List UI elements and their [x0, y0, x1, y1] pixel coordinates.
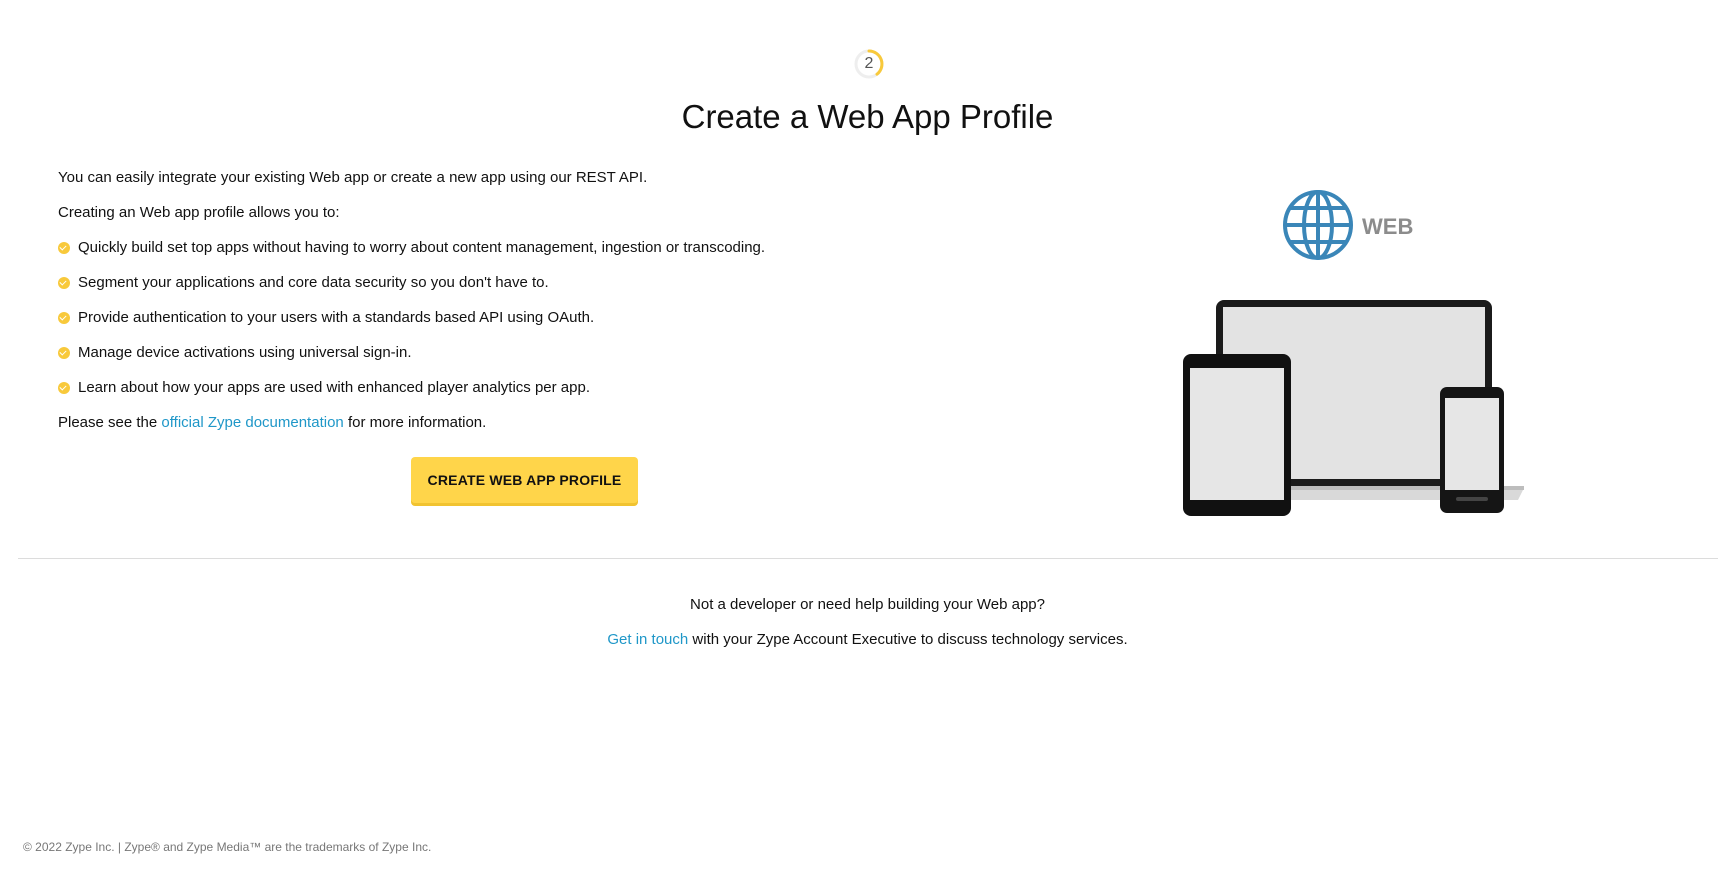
devices-illustration — [1183, 300, 1524, 516]
list-item: Learn about how your apps are used with … — [58, 378, 590, 398]
list-item: Provide authentication to your users wit… — [58, 308, 594, 328]
page: 2 Create a Web App Profile You can easil… — [0, 0, 1735, 874]
check-icon — [58, 312, 70, 324]
intro-line-1: You can easily integrate your existing W… — [58, 169, 648, 186]
help-question: Not a developer or need help building yo… — [690, 596, 1045, 613]
documentation-link[interactable]: official Zype documentation — [161, 414, 343, 431]
check-icon — [58, 277, 70, 289]
bullet-text: Provide authentication to your users wit… — [78, 309, 595, 326]
check-icon — [58, 242, 70, 254]
globe-icon — [1283, 190, 1353, 260]
check-icon — [58, 347, 70, 359]
list-item: Quickly build set top apps without havin… — [58, 238, 765, 258]
docs-prefix: Please see the — [58, 414, 158, 431]
web-label: WEB — [1362, 214, 1414, 239]
docs-line: Please see the official Zype documentati… — [58, 413, 486, 433]
bullet-text: Manage device activations using universa… — [78, 344, 412, 361]
help-answer: Get in touch with your Zype Account Exec… — [0, 631, 1735, 648]
intro-line-2: Creating an Web app profile allows you t… — [58, 204, 340, 221]
check-icon — [58, 382, 70, 394]
step-indicator: 2 — [853, 48, 885, 80]
page-title: Create a Web App Profile — [681, 98, 1054, 135]
help-suffix: with your Zype Account Executive to disc… — [692, 631, 1128, 648]
create-web-app-profile-button[interactable]: CREATE WEB APP PROFILE — [411, 457, 638, 503]
bullet-text: Segment your applications and core data … — [78, 274, 549, 291]
section-divider — [18, 558, 1718, 559]
list-item: Segment your applications and core data … — [58, 273, 549, 293]
get-in-touch-link[interactable]: Get in touch — [607, 631, 688, 648]
bullet-text: Quickly build set top apps without havin… — [78, 239, 766, 256]
step-number: 2 — [864, 55, 874, 72]
footer-copyright: © 2022 Zype Inc. | Zype® and Zype Media™… — [23, 840, 432, 854]
bullet-text: Learn about how your apps are used with … — [78, 379, 590, 396]
list-item: Manage device activations using universa… — [58, 343, 412, 363]
docs-suffix: for more information. — [347, 414, 487, 431]
